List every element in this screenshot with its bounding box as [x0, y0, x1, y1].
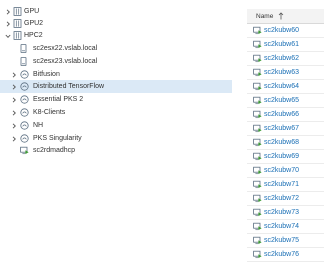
- sort-ascending-icon[interactable]: [278, 12, 284, 20]
- vm-icon: [253, 236, 262, 245]
- tree-item-label: Distributed TensorFlow: [33, 83, 105, 90]
- chevron-down-icon[interactable]: [4, 32, 11, 39]
- vm-icon: [20, 146, 29, 155]
- resource-pool-icon: [20, 82, 29, 91]
- vm-name-link[interactable]: sc2kubw68: [264, 139, 299, 146]
- vm-row[interactable]: sc2kubw64: [247, 80, 324, 94]
- vm-icon: [253, 194, 262, 203]
- tree-item-k8-clients[interactable]: K8-Clients: [0, 106, 232, 119]
- vm-name-link[interactable]: sc2kubw64: [264, 83, 299, 90]
- datacenter-icon: [13, 19, 22, 28]
- chevron-right-icon[interactable]: [4, 8, 11, 15]
- vm-name-link[interactable]: sc2kubw76: [264, 251, 299, 258]
- vm-row[interactable]: sc2kubw76: [247, 248, 324, 262]
- vm-name-link[interactable]: sc2kubw69: [264, 153, 299, 160]
- tree-item-nh[interactable]: NH: [0, 119, 232, 132]
- host-icon: [19, 57, 28, 66]
- vm-icon: [253, 26, 262, 35]
- vm-icon: [253, 82, 262, 91]
- vm-icon: [253, 110, 262, 119]
- chevron-right-icon[interactable]: [10, 71, 17, 78]
- vm-row[interactable]: sc2kubw68: [247, 136, 324, 150]
- tree-item-label: GPU: [24, 8, 40, 15]
- column-header-label: Name: [256, 12, 274, 20]
- vm-icon: [253, 138, 262, 147]
- vm-icon: [253, 96, 262, 105]
- tree-item-label: Bitfusion: [33, 71, 60, 78]
- vm-icon: [253, 152, 262, 161]
- vm-row[interactable]: sc2kubw73: [247, 206, 324, 220]
- vm-name-link[interactable]: sc2kubw66: [264, 111, 299, 118]
- vm-row[interactable]: sc2kubw61: [247, 38, 324, 52]
- vm-name-link[interactable]: sc2kubw74: [264, 223, 299, 230]
- tree-item-label: NH: [33, 122, 44, 129]
- tree-item-label: Essential PKS 2: [33, 96, 84, 103]
- chevron-right-icon[interactable]: [10, 96, 17, 103]
- vm-name-link[interactable]: sc2kubw71: [264, 181, 299, 188]
- resource-pool-icon: [20, 134, 29, 143]
- tree-item-vm-sc2rdmadhcp[interactable]: sc2rdmadhcp: [0, 144, 232, 157]
- vm-row[interactable]: sc2kubw70: [247, 164, 324, 178]
- chevron-right-icon[interactable]: [10, 135, 17, 142]
- vm-name-link[interactable]: sc2kubw67: [264, 125, 299, 132]
- vm-row[interactable]: sc2kubw75: [247, 234, 324, 248]
- chevron-right-icon[interactable]: [10, 109, 17, 116]
- tree-item-label: sc2esx22.vslab.local: [33, 45, 98, 52]
- tree-item-label: GPU2: [24, 20, 44, 27]
- vm-name-link[interactable]: sc2kubw73: [264, 209, 299, 216]
- tree-item-label: K8-Clients: [33, 109, 66, 116]
- datacenter-icon: [13, 31, 22, 40]
- vm-icon: [253, 180, 262, 189]
- resource-pool-icon: [20, 121, 29, 130]
- chevron-right-icon[interactable]: [10, 83, 17, 90]
- vm-row[interactable]: sc2kubw71: [247, 178, 324, 192]
- tree-item-distributed-tensorflow[interactable]: Distributed TensorFlow: [0, 80, 232, 93]
- vm-icon: [253, 166, 262, 175]
- datacenter-icon: [13, 7, 22, 16]
- tree-item-label: PKS Singularity: [33, 135, 82, 142]
- chevron-right-icon[interactable]: [4, 20, 11, 27]
- vm-name-link[interactable]: sc2kubw65: [264, 97, 299, 104]
- vm-row[interactable]: sc2kubw67: [247, 122, 324, 136]
- vm-row[interactable]: sc2kubw69: [247, 150, 324, 164]
- resource-pool-icon: [20, 108, 29, 117]
- tree-item-label: HPC2: [24, 32, 43, 39]
- vm-name-link[interactable]: sc2kubw63: [264, 69, 299, 76]
- tree-item-essential-pks-2[interactable]: Essential PKS 2: [0, 93, 232, 106]
- tree-item-host-sc2esx22[interactable]: sc2esx22.vslab.local: [0, 42, 232, 55]
- tree-item-label: sc2rdmadhcp: [33, 147, 76, 154]
- inventory-tree: GPU GPU2 HPC2 sc2esx22.vslab.local sc2es…: [0, 0, 232, 256]
- vm-name-link[interactable]: sc2kubw62: [264, 55, 299, 62]
- vm-row[interactable]: sc2kubw72: [247, 192, 324, 206]
- vm-name-link[interactable]: sc2kubw75: [264, 237, 299, 244]
- vm-icon: [253, 40, 262, 49]
- column-header-name[interactable]: Name: [247, 9, 324, 24]
- vm-icon: [253, 222, 262, 231]
- vm-name-link[interactable]: sc2kubw70: [264, 167, 299, 174]
- vm-name-link[interactable]: sc2kubw60: [264, 27, 299, 34]
- vm-row[interactable]: sc2kubw66: [247, 108, 324, 122]
- tree-item-hpc2[interactable]: HPC2: [0, 29, 232, 42]
- vm-list-panel: Name sc2kubw60 sc2kubw61 sc2kubw62 sc2kubw6…: [247, 0, 324, 262]
- tree-item-host-sc2esx23[interactable]: sc2esx23.vslab.local: [0, 55, 232, 68]
- vm-icon: [253, 124, 262, 133]
- chevron-right-icon[interactable]: [10, 122, 17, 129]
- vm-icon: [253, 208, 262, 217]
- host-icon: [19, 44, 28, 53]
- vm-icon: [253, 250, 262, 259]
- tree-item-label: sc2esx23.vslab.local: [33, 58, 98, 65]
- vm-row[interactable]: sc2kubw65: [247, 94, 324, 108]
- resource-pool-icon: [20, 70, 29, 79]
- vm-name-link[interactable]: sc2kubw61: [264, 41, 299, 48]
- vm-row[interactable]: sc2kubw74: [247, 220, 324, 234]
- vm-name-link[interactable]: sc2kubw72: [264, 195, 299, 202]
- vm-icon: [253, 68, 262, 77]
- vm-row[interactable]: sc2kubw60: [247, 24, 324, 38]
- vm-row[interactable]: sc2kubw62: [247, 52, 324, 66]
- resource-pool-icon: [20, 95, 29, 104]
- vm-icon: [253, 54, 262, 63]
- vm-row[interactable]: sc2kubw63: [247, 66, 324, 80]
